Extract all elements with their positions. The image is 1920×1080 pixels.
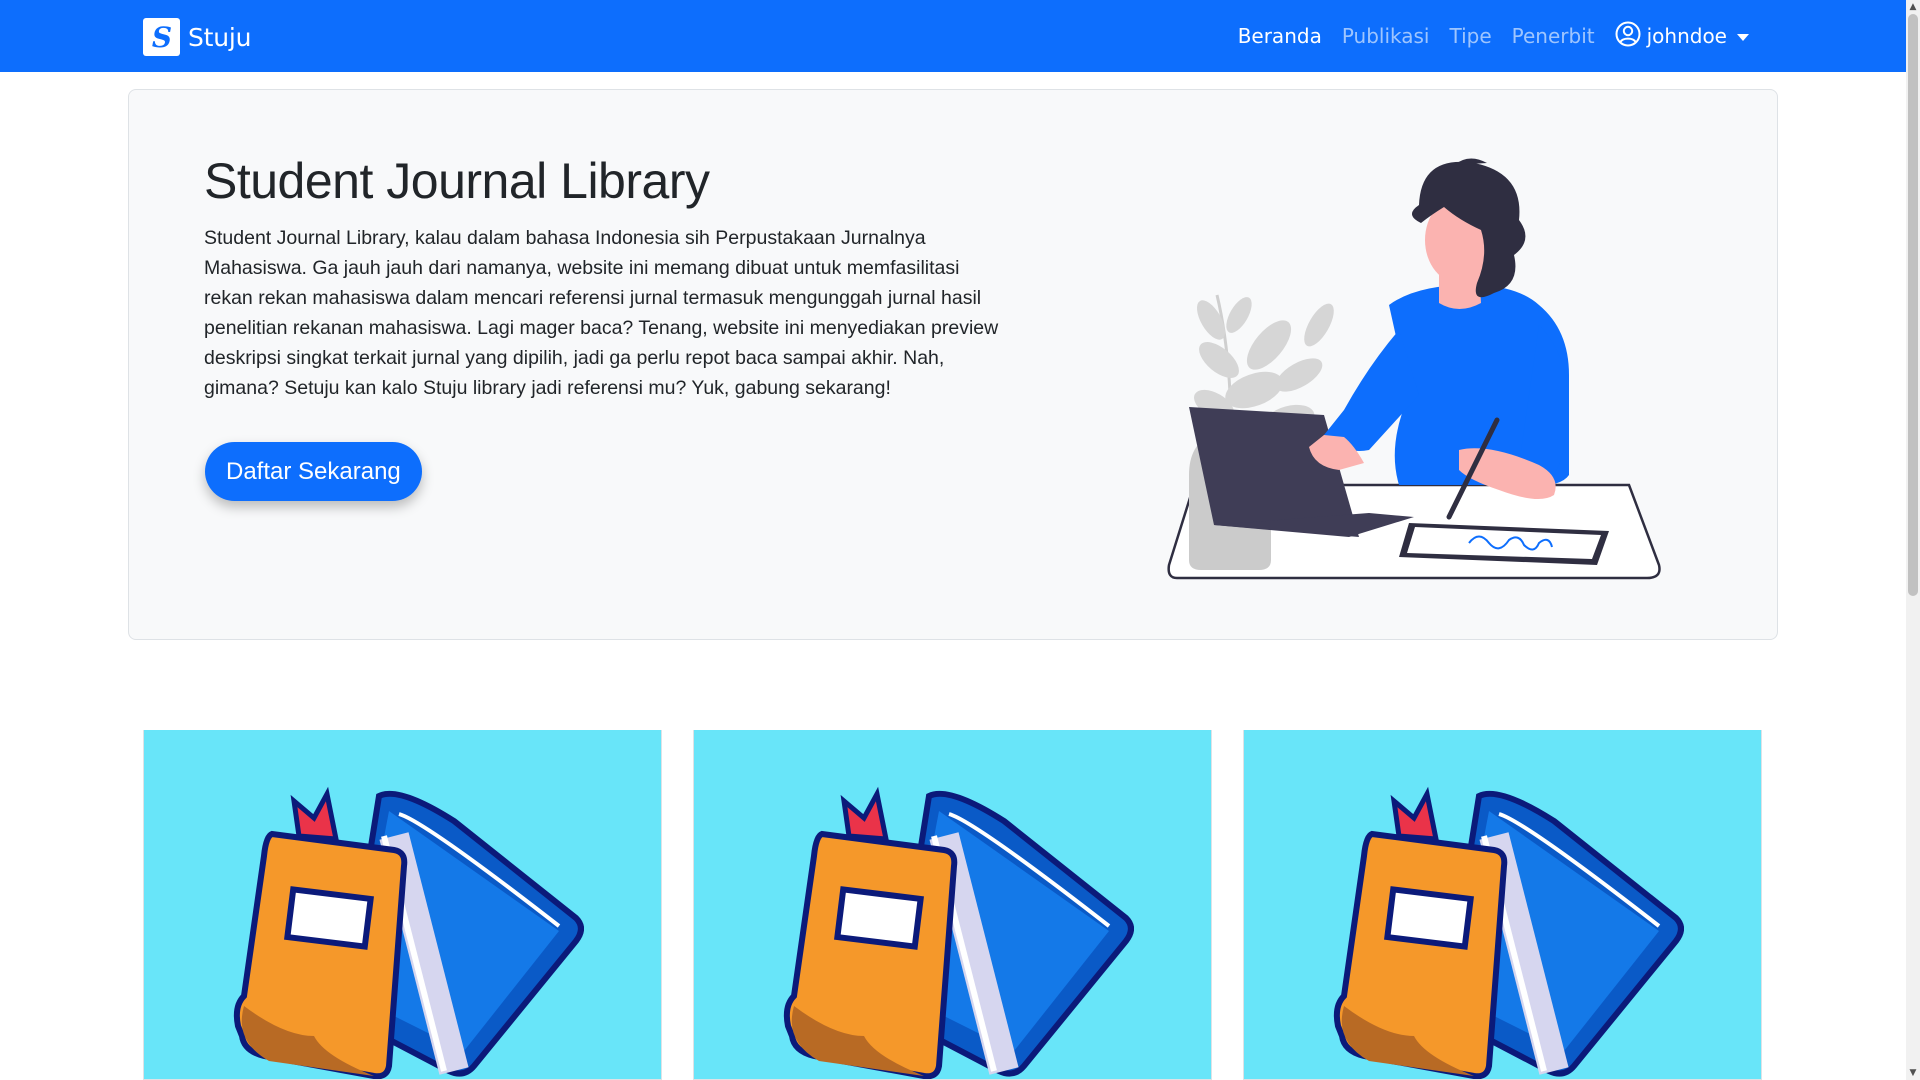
nav-link-beranda[interactable]: Beranda <box>1238 24 1322 48</box>
books-icon <box>783 786 1134 1079</box>
svg-text:S: S <box>151 22 171 52</box>
brand-logo-icon: S <box>143 18 180 56</box>
scroll-down-arrow-icon[interactable]: ▼ <box>1906 1066 1920 1080</box>
page-scrollbar[interactable]: ▲ ▼ <box>1906 0 1920 1080</box>
nav-link-publikasi[interactable]: Publikasi <box>1342 24 1430 48</box>
brand-link[interactable]: S Stuju <box>143 18 252 56</box>
nav-link-penerbit[interactable]: Penerbit <box>1512 24 1595 48</box>
books-icon <box>1333 786 1684 1079</box>
books-icon <box>233 786 584 1079</box>
scroll-up-arrow-icon[interactable]: ▲ <box>1906 0 1920 14</box>
scrollbar-thumb[interactable] <box>1908 14 1918 596</box>
chevron-down-icon <box>1737 33 1749 41</box>
navbar: S Stuju Beranda Publikasi Tipe Penerbit … <box>0 0 1906 72</box>
journal-card[interactable] <box>693 730 1212 1080</box>
user-circle-icon <box>1615 21 1641 52</box>
hero-description: Student Journal Library, kalau dalam bah… <box>204 227 999 399</box>
nav-links: Beranda Publikasi Tipe Penerbit johndoe <box>1238 0 1749 72</box>
journal-card[interactable] <box>1243 730 1762 1080</box>
nav-link-tipe[interactable]: Tipe <box>1449 24 1491 48</box>
user-menu-dropdown[interactable]: johndoe <box>1615 21 1749 52</box>
hero-section: Student Journal Library Student Journal … <box>128 89 1778 640</box>
hero-title: Student Journal Library <box>204 153 710 209</box>
woman-writing-illustration <box>1159 145 1719 585</box>
user-name: johndoe <box>1646 24 1727 48</box>
journal-card[interactable] <box>143 730 662 1080</box>
brand-name: Stuju <box>188 22 252 52</box>
register-now-button[interactable]: Daftar Sekarang <box>205 442 422 501</box>
